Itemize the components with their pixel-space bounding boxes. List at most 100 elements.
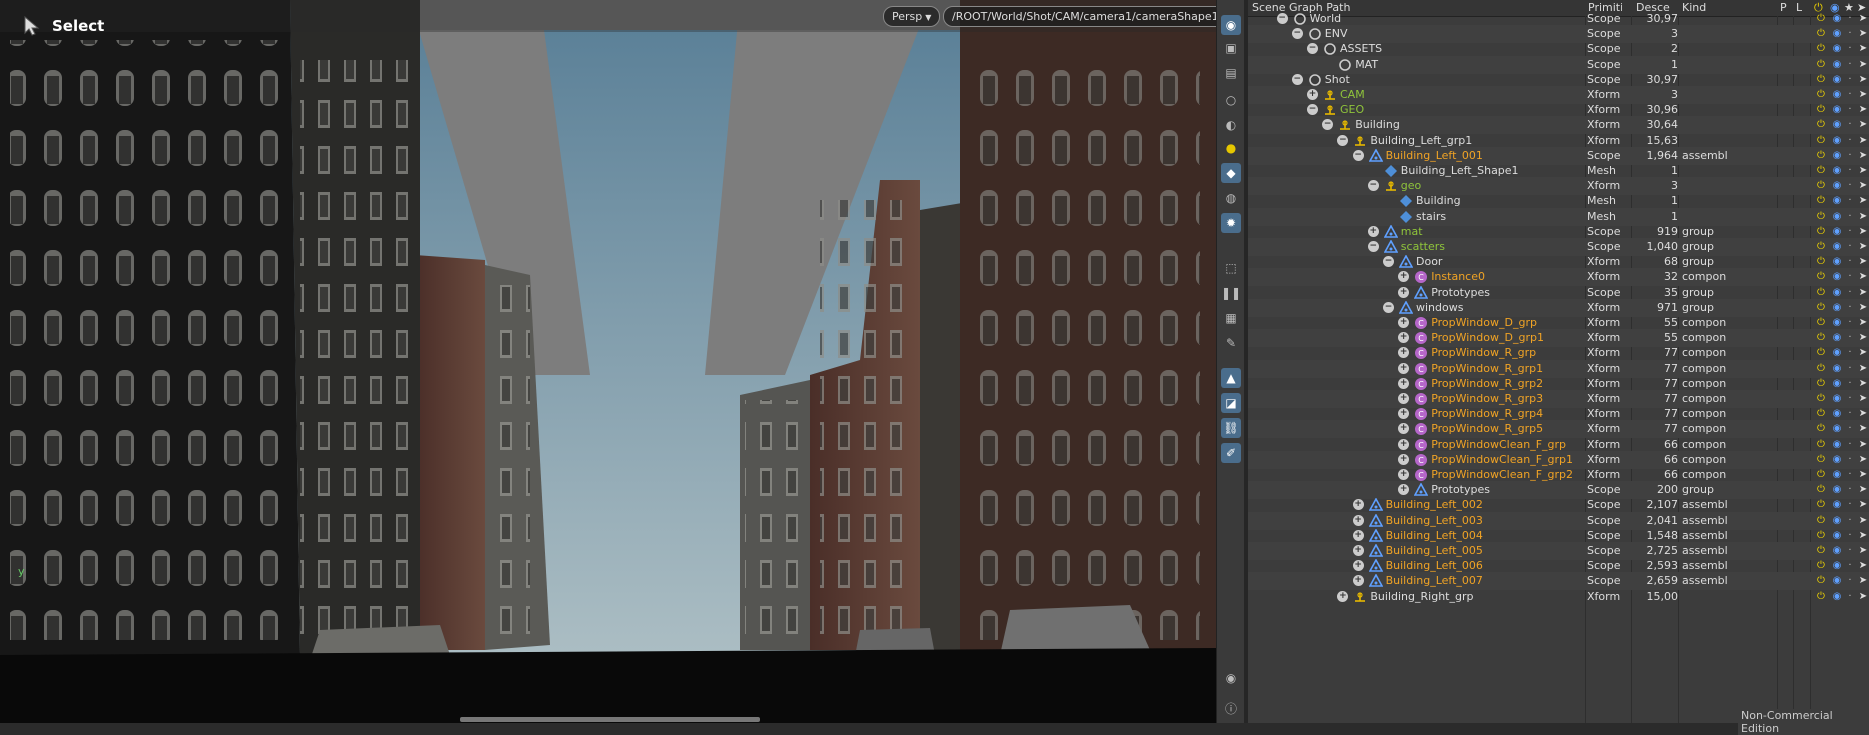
active-toggle-icon[interactable]: ⏻ bbox=[1815, 590, 1827, 604]
active-toggle-icon[interactable]: ⏻ bbox=[1815, 27, 1827, 41]
selectable-toggle-icon[interactable]: ➤ bbox=[1857, 286, 1869, 300]
visibility-toggle-icon[interactable]: ◉ bbox=[1831, 88, 1843, 102]
visibility-toggle-icon[interactable]: ◉ bbox=[1831, 149, 1843, 163]
expand-icon[interactable]: + bbox=[1398, 423, 1410, 435]
visibility-toggle-icon[interactable]: ◉ bbox=[1831, 498, 1843, 512]
collapse-icon[interactable]: − bbox=[1291, 73, 1303, 85]
scene-graph-tree[interactable]: Scene Graph Path Primiti Descen Kind P L… bbox=[1248, 0, 1869, 723]
visibility-toggle-icon[interactable]: ◉ bbox=[1831, 514, 1843, 528]
selectable-toggle-icon[interactable]: ➤ bbox=[1857, 134, 1869, 148]
visibility-toggle-icon[interactable]: ◉ bbox=[1831, 483, 1843, 497]
selectable-toggle-icon[interactable]: ➤ bbox=[1857, 422, 1869, 436]
solo-toggle-icon[interactable]: · bbox=[1844, 590, 1856, 604]
active-toggle-icon[interactable]: ⏻ bbox=[1815, 270, 1827, 284]
active-toggle-icon[interactable]: ⏻ bbox=[1815, 453, 1827, 467]
active-toggle-icon[interactable]: ⏻ bbox=[1815, 316, 1827, 330]
visibility-toggle-icon[interactable]: ◉ bbox=[1831, 422, 1843, 436]
visibility-toggle-icon[interactable]: ◉ bbox=[1831, 194, 1843, 208]
active-toggle-icon[interactable]: ⏻ bbox=[1815, 483, 1827, 497]
selectable-toggle-icon[interactable]: ➤ bbox=[1857, 301, 1869, 315]
visibility-toggle-icon[interactable]: ◉ bbox=[1831, 438, 1843, 452]
expand-icon[interactable]: + bbox=[1352, 545, 1364, 556]
collapse-icon[interactable]: − bbox=[1322, 119, 1334, 131]
active-toggle-icon[interactable]: ⏻ bbox=[1815, 88, 1827, 102]
selectable-toggle-icon[interactable]: ➤ bbox=[1857, 362, 1869, 376]
solo-toggle-icon[interactable]: · bbox=[1844, 255, 1856, 269]
pause-icon[interactable]: ❚❚ bbox=[1221, 283, 1241, 303]
visibility-toggle-icon[interactable]: ◉ bbox=[1831, 118, 1843, 132]
solo-toggle-icon[interactable]: · bbox=[1844, 514, 1856, 528]
selectable-toggle-icon[interactable]: ➤ bbox=[1857, 73, 1869, 87]
expand-icon[interactable]: + bbox=[1398, 347, 1410, 359]
visibility-toggle-icon[interactable]: ◉ bbox=[1831, 362, 1843, 376]
active-toggle-icon[interactable]: ⏻ bbox=[1815, 407, 1827, 421]
selectable-toggle-icon[interactable]: ➤ bbox=[1857, 88, 1869, 102]
selectable-toggle-icon[interactable]: ➤ bbox=[1857, 12, 1869, 26]
selectable-toggle-icon[interactable]: ➤ bbox=[1857, 468, 1869, 482]
solo-toggle-icon[interactable]: · bbox=[1844, 574, 1856, 588]
solo-toggle-icon[interactable]: · bbox=[1844, 118, 1856, 132]
ghost-icon[interactable]: ○ bbox=[1221, 90, 1241, 110]
selectable-toggle-icon[interactable]: ➤ bbox=[1857, 590, 1869, 604]
selectable-toggle-icon[interactable]: ➤ bbox=[1857, 514, 1869, 528]
visibility-toggle-icon[interactable]: ◉ bbox=[1831, 255, 1843, 269]
expand-icon[interactable]: + bbox=[1398, 332, 1410, 344]
solo-toggle-icon[interactable]: · bbox=[1844, 559, 1856, 573]
snapshot-icon[interactable]: ▦ bbox=[1221, 308, 1241, 328]
expand-icon[interactable]: + bbox=[1398, 469, 1410, 480]
active-toggle-icon[interactable]: ⏻ bbox=[1815, 574, 1827, 588]
active-toggle-icon[interactable]: ⏻ bbox=[1815, 498, 1827, 512]
active-toggle-icon[interactable]: ⏻ bbox=[1815, 58, 1827, 72]
select-mask-icon[interactable]: ◪ bbox=[1221, 393, 1241, 413]
pencil-icon[interactable]: ✐ bbox=[1221, 443, 1241, 463]
tree-row[interactable]: + Building_Right_grp Xform 15,00 ⏻ ◉ · ➤ bbox=[1248, 588, 1869, 606]
expand-icon[interactable]: + bbox=[1352, 575, 1364, 587]
active-toggle-icon[interactable]: ⏻ bbox=[1815, 255, 1827, 269]
collapse-icon[interactable]: − bbox=[1383, 301, 1394, 313]
selectable-toggle-icon[interactable]: ➤ bbox=[1857, 103, 1869, 117]
brush-icon[interactable]: ✎ bbox=[1221, 333, 1241, 353]
visibility-toggle-icon[interactable]: ◉ bbox=[1831, 590, 1843, 604]
expand-icon[interactable]: + bbox=[1398, 377, 1410, 389]
active-toggle-icon[interactable]: ⏻ bbox=[1815, 118, 1827, 132]
active-toggle-icon[interactable]: ⏻ bbox=[1815, 468, 1827, 482]
active-toggle-icon[interactable]: ⏻ bbox=[1815, 346, 1827, 360]
active-toggle-icon[interactable]: ⏻ bbox=[1815, 514, 1827, 528]
expand-icon[interactable]: + bbox=[1398, 453, 1410, 465]
expand-icon[interactable]: + bbox=[1398, 438, 1410, 450]
selectable-toggle-icon[interactable]: ➤ bbox=[1857, 149, 1869, 163]
active-toggle-icon[interactable]: ⏻ bbox=[1815, 544, 1827, 558]
visibility-toggle-icon[interactable]: ◉ bbox=[1831, 377, 1843, 391]
solo-toggle-icon[interactable]: · bbox=[1844, 346, 1856, 360]
solo-toggle-icon[interactable]: · bbox=[1844, 210, 1856, 224]
visibility-toggle-icon[interactable]: ◉ bbox=[1831, 58, 1843, 72]
active-toggle-icon[interactable]: ⏻ bbox=[1815, 103, 1827, 117]
solo-toggle-icon[interactable]: · bbox=[1844, 453, 1856, 467]
solo-toggle-icon[interactable]: · bbox=[1844, 392, 1856, 406]
visibility-toggle-icon[interactable]: ◉ bbox=[1831, 331, 1843, 345]
selectable-toggle-icon[interactable]: ➤ bbox=[1857, 210, 1869, 224]
solo-toggle-icon[interactable]: · bbox=[1844, 134, 1856, 148]
display-icon[interactable]: ✹ bbox=[1221, 213, 1241, 233]
3d-viewport[interactable]: Select Persp ▼ /ROOT/World/Shot/CAM/camer… bbox=[0, 0, 1216, 723]
solo-toggle-icon[interactable]: · bbox=[1844, 498, 1856, 512]
expand-icon[interactable]: + bbox=[1398, 393, 1410, 404]
visibility-toggle-icon[interactable]: ◉ bbox=[1831, 27, 1843, 41]
solo-toggle-icon[interactable]: · bbox=[1844, 149, 1856, 163]
solo-toggle-icon[interactable]: · bbox=[1844, 58, 1856, 72]
visibility-toggle-icon[interactable]: ◉ bbox=[1831, 179, 1843, 193]
expand-icon[interactable]: + bbox=[1352, 514, 1364, 526]
selectable-toggle-icon[interactable]: ➤ bbox=[1857, 164, 1869, 178]
visibility-toggle-icon[interactable]: ◉ bbox=[1831, 225, 1843, 239]
active-toggle-icon[interactable]: ⏻ bbox=[1815, 12, 1827, 26]
active-toggle-icon[interactable]: ⏻ bbox=[1815, 362, 1827, 376]
selectable-toggle-icon[interactable]: ➤ bbox=[1857, 483, 1869, 497]
visibility-toggle-icon[interactable]: ◉ bbox=[1831, 559, 1843, 573]
active-toggle-icon[interactable]: ⏻ bbox=[1815, 73, 1827, 87]
visibility-toggle-icon[interactable]: ◉ bbox=[1831, 240, 1843, 254]
collapse-icon[interactable]: − bbox=[1383, 256, 1394, 268]
active-toggle-icon[interactable]: ⏻ bbox=[1815, 377, 1827, 391]
visibility-toggle-icon[interactable]: ◉ bbox=[1831, 103, 1843, 117]
eye-icon[interactable]: ◉ bbox=[1221, 668, 1241, 688]
selectable-toggle-icon[interactable]: ➤ bbox=[1857, 453, 1869, 467]
